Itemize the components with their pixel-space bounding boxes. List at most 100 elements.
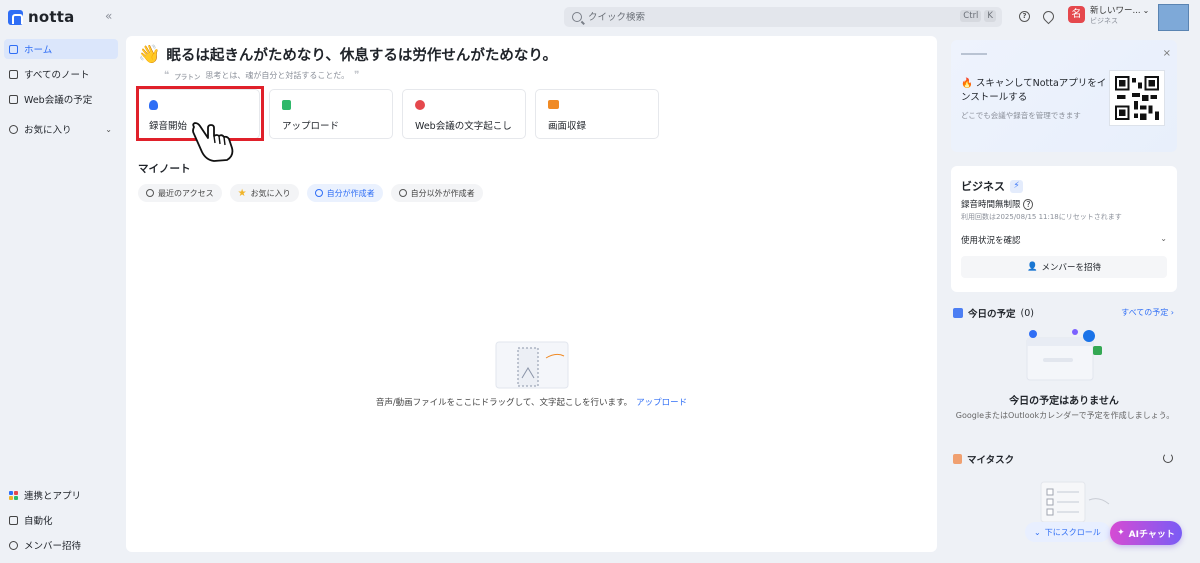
qr-code — [1109, 70, 1165, 126]
chevron-down-icon[interactable]: ⌄ — [105, 125, 112, 134]
qr-code-icon — [1115, 76, 1159, 120]
quote-text: 思考とは、魂が自分と対話することだ。 — [205, 71, 350, 80]
filter-created-by-others[interactable]: 自分以外が作成者 — [390, 184, 483, 202]
sidebar-item-automation[interactable]: 自動化 — [4, 510, 118, 530]
empty-notes-illustration — [495, 341, 569, 389]
top-bar: notta « Ctrl K ? 名 新しいワー...⌄ ビジネス — [0, 0, 1200, 34]
calendar-icon — [9, 94, 18, 104]
notta-logo-icon — [8, 9, 23, 25]
plan-card: ビジネス ⚡ 録音時間無制限 ? 利用回数は2025/08/15 11:18にリ… — [951, 166, 1177, 292]
tasks-title: マイタスク — [967, 455, 1015, 466]
card-label: 画面収録 — [548, 121, 587, 132]
app-install-promo: × 🔥 スキャンしてNottaアプリをインストールする どこでも会議や録音を管理… — [951, 40, 1177, 152]
search-icon — [572, 12, 582, 22]
check-usage-label: 使用状況を確認 — [961, 236, 1021, 246]
headphones-icon — [314, 189, 323, 197]
workspace-name: 新しいワー... — [1090, 6, 1141, 16]
chevron-right-icon: › — [1170, 308, 1174, 317]
all-schedules-label: すべての予定 — [1121, 308, 1169, 317]
all-schedules-link[interactable]: すべての予定 › — [1121, 307, 1174, 318]
card-label: 録音開始 — [149, 121, 188, 132]
clock-icon — [146, 189, 154, 197]
plan-name: ビジネス — [961, 180, 1005, 193]
drop-hint: 音声/動画ファイルをここにドラッグして、文字起こしを行います。 — [375, 398, 633, 408]
upload-card[interactable]: アップロード — [269, 89, 393, 139]
no-schedule-message: 今日の予定はありません — [1009, 396, 1119, 407]
card-label: アップロード — [282, 121, 340, 132]
video-camera-icon — [548, 100, 559, 109]
quick-search[interactable]: Ctrl K — [564, 7, 1002, 27]
quote-open-icon: ❝ — [164, 70, 170, 81]
task-icon — [953, 454, 962, 464]
filter-label: お気に入り — [250, 188, 291, 198]
workspace-switcher[interactable]: 名 新しいワー... ⌄ ビジネス — [1068, 6, 1149, 26]
promo-subtitle: どこでも会議や録音を管理できます — [961, 111, 1081, 120]
sidebar-item-home[interactable]: ホーム — [4, 39, 118, 59]
calendar-hint: GoogleまたはOutlookカレンダーで予定を作成しましょう。 — [955, 411, 1175, 420]
card-label: Web会議の文字起こし — [415, 121, 512, 132]
sidebar-item-label: Web会議の予定 — [24, 95, 93, 106]
web-meeting-transcription-card[interactable]: Web会議の文字起こし — [402, 89, 526, 139]
invite-members-button[interactable]: 👤 メンバーを招待 — [961, 256, 1167, 278]
sidebar-item-label: メンバー招待 — [24, 541, 82, 552]
user-plus-icon: 👤 — [1026, 262, 1038, 272]
upload-file-icon — [282, 100, 291, 110]
link-icon — [398, 189, 407, 197]
chevron-down-icon: ⌄ — [1142, 6, 1150, 15]
schedule-count: (0) — [1020, 307, 1034, 319]
daily-quote: ❝ プラトン 思考とは、魂が自分と対話することだ。 ❞ — [164, 70, 360, 81]
calendar-icon — [953, 308, 963, 318]
filter-favorites[interactable]: ★ お気に入り — [229, 184, 299, 202]
sidebar-item-integrations[interactable]: 連携とアプリ — [4, 485, 118, 505]
quote-author: プラトン — [174, 72, 201, 81]
home-icon — [9, 44, 18, 54]
schedule-title: 今日の予定 — [968, 309, 1016, 320]
sidebar-item-invite-members[interactable]: メンバー招待 — [4, 535, 118, 555]
sidebar-item-all-notes[interactable]: すべてのノート — [4, 64, 118, 84]
promo-title: スキャンしてNottaアプリをインストールする — [961, 78, 1107, 103]
search-input[interactable] — [588, 11, 918, 23]
double-chevron-down-icon: ⌄ — [1034, 527, 1041, 537]
microphone-icon — [149, 100, 158, 110]
page-title: 眠るは起きんがためなり、休息するは労作せんがためなり。 — [166, 48, 558, 64]
calendar-apps-illustration — [1026, 329, 1102, 381]
sidebar-item-web-meetings[interactable]: Web会議の予定 — [4, 89, 118, 109]
ai-chat-label: AIチャット — [1128, 529, 1175, 540]
upload-link[interactable]: アップロード — [636, 398, 687, 408]
location-pin-icon[interactable] — [1040, 8, 1057, 25]
main-panel: 👋 眠るは起きんがためなり、休息するは労作せんがためなり。 ❝ プラトン 思考と… — [126, 36, 937, 552]
promo-divider — [961, 53, 987, 55]
workspace-plan: ビジネス — [1090, 17, 1118, 25]
empty-notes-message: 音声/動画ファイルをここにドラッグして、文字起こしを行います。 アップロード — [126, 396, 937, 408]
sparkle-icon: ✦ — [1117, 528, 1125, 538]
info-icon[interactable]: ? — [1023, 199, 1034, 210]
lightning-icon: ⚡ — [1010, 179, 1023, 193]
notes-filter-tabs: 最近のアクセス ★ お気に入り 自分が作成者 自分以外が作成者 — [138, 184, 483, 202]
help-icon[interactable]: ? — [1019, 11, 1030, 22]
search-shortcut: Ctrl K — [957, 10, 996, 22]
filter-label: 最近のアクセス — [158, 188, 214, 198]
close-icon[interactable]: × — [1163, 48, 1171, 59]
screen-recording-card[interactable]: 画面収録 — [535, 89, 659, 139]
invite-button-label: メンバーを招待 — [1041, 263, 1102, 273]
scroll-down-button[interactable]: ⌄ 下にスクロール — [1025, 522, 1110, 542]
collapse-sidebar-icon[interactable]: « — [105, 9, 112, 23]
check-usage[interactable]: 使用状況を確認 ⌄ — [961, 234, 1167, 246]
star-icon — [9, 124, 18, 134]
refresh-icon[interactable] — [1163, 453, 1173, 463]
app-name: notta — [28, 8, 75, 26]
ai-chat-button[interactable]: ✦ AIチャット — [1110, 521, 1182, 545]
automation-icon — [9, 515, 18, 525]
filter-label: 自分以外が作成者 — [410, 188, 475, 198]
quote-close-icon: ❞ — [354, 70, 360, 81]
filter-recent-access[interactable]: 最近のアクセス — [138, 184, 222, 202]
user-avatar[interactable] — [1158, 4, 1189, 31]
sidebar-item-favorites[interactable]: お気に入り ⌄ — [4, 119, 118, 139]
notta-logo[interactable]: notta — [8, 8, 74, 26]
star-icon: ★ — [237, 187, 247, 199]
filter-created-by-me[interactable]: 自分が作成者 — [306, 184, 383, 202]
recording-limit: 録音時間無制限 — [961, 200, 1021, 210]
sidebar-item-label: 自動化 — [24, 516, 53, 527]
chevron-down-icon: ⌄ — [1160, 234, 1167, 243]
sidebar-item-label: すべてのノート — [24, 70, 90, 81]
